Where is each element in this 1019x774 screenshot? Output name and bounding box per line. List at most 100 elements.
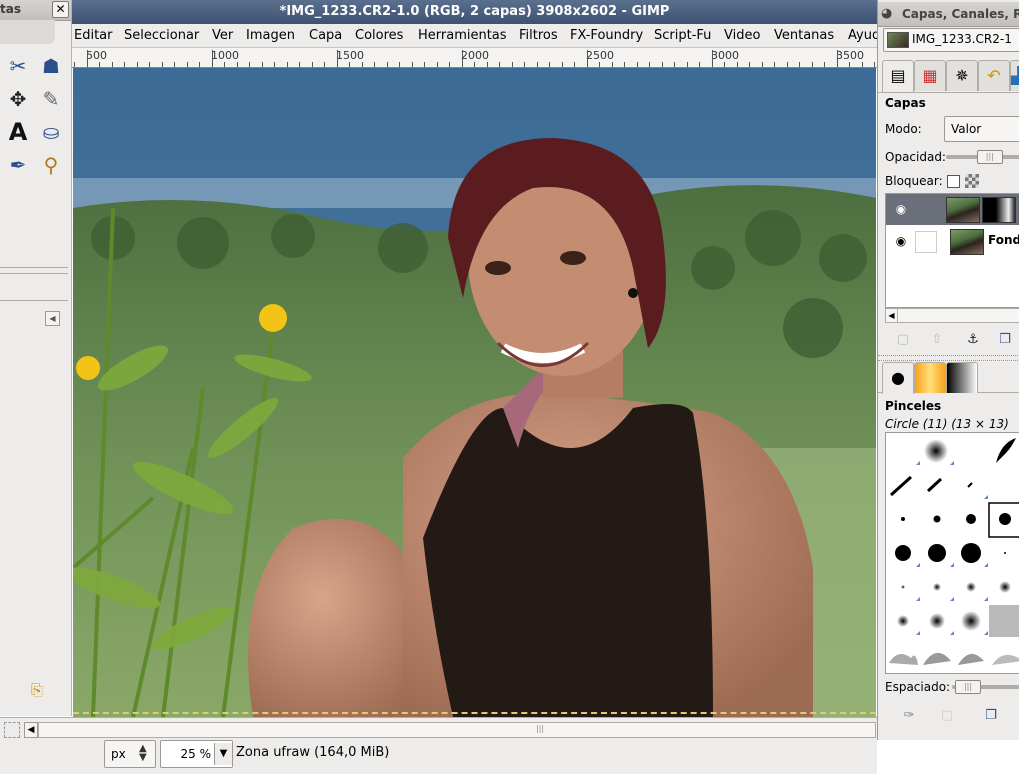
opacity-slider[interactable]: ||| xyxy=(976,150,1003,164)
menu-editar[interactable]: Editar xyxy=(74,28,113,43)
tab-brushes[interactable]: ● xyxy=(882,362,914,394)
ink-icon[interactable]: ✒ xyxy=(4,151,32,179)
image-preview-icon[interactable]: ⎘ xyxy=(27,680,47,700)
text-tool-icon[interactable]: A xyxy=(4,118,32,146)
layer-mask-thumbnail[interactable] xyxy=(982,197,1016,223)
close-icon[interactable]: ✕ xyxy=(52,1,69,18)
photo-portrait xyxy=(73,68,876,717)
menu-imagen[interactable]: Imagen xyxy=(246,28,295,43)
menu-fx-foundry[interactable]: FX-Foundry xyxy=(570,28,643,43)
toolbox-title: tas xyxy=(0,2,21,16)
dock-separator[interactable] xyxy=(878,355,1019,361)
scroll-left-icon[interactable]: ◀ xyxy=(24,722,38,738)
anchor-layer-icon[interactable]: ⚓ xyxy=(962,329,984,351)
ruler-label: 2500 xyxy=(586,49,614,62)
ruler-tick xyxy=(786,62,788,67)
menu-colores[interactable]: Colores xyxy=(355,28,403,43)
menu-capa[interactable]: Capa xyxy=(309,28,342,43)
ruler-tick xyxy=(374,62,375,67)
ruler-tick xyxy=(524,62,525,67)
menu-script-fu[interactable]: Script-Fu xyxy=(654,28,711,43)
eye-icon[interactable]: ◉ xyxy=(891,231,911,251)
menu-ventanas[interactable]: Ventanas xyxy=(774,28,834,43)
ruler-label: 3000 xyxy=(711,49,739,62)
clone-stamp-icon[interactable]: ⚲ xyxy=(37,151,65,179)
unit-select[interactable]: px ▲ ▼ xyxy=(104,740,156,768)
scissors-select-icon[interactable]: ✂ xyxy=(4,52,32,80)
tab-layers[interactable]: ▤ xyxy=(882,60,914,92)
menu-ver[interactable]: Ver xyxy=(212,28,233,43)
horizontal-scrollbar[interactable]: ◀ ||| xyxy=(0,717,877,740)
layers-scrollbar[interactable]: ◀ xyxy=(885,308,1019,323)
ruler-tick xyxy=(486,62,488,67)
tab-paths[interactable]: ✵ xyxy=(946,60,978,91)
ruler-tick xyxy=(874,62,875,67)
status-text: Zona ufraw (164,0 MiB) xyxy=(236,745,390,760)
chain-toggle[interactable] xyxy=(915,231,937,253)
menu-filtros[interactable]: Filtros xyxy=(519,28,558,43)
raise-layer-icon[interactable]: ⇧ xyxy=(926,329,948,351)
ruler-tick xyxy=(124,62,125,67)
new-brush-icon[interactable]: ▢ xyxy=(936,705,958,727)
scroll-left-icon[interactable]: ◀ xyxy=(886,309,898,322)
layer-name: Fond xyxy=(988,233,1019,247)
move-icon[interactable]: ✥ xyxy=(4,85,32,113)
menu-herramientas[interactable]: Herramientas xyxy=(418,28,507,43)
spacing-slider[interactable]: ||| xyxy=(955,680,981,694)
ruler-tick xyxy=(361,62,363,67)
ruler-tick xyxy=(674,62,675,67)
ruler-tick xyxy=(586,50,588,67)
layers-button-bar: ▢ ⇧ ⚓ ❐ xyxy=(878,327,1019,353)
quick-mask-icon[interactable] xyxy=(4,722,20,738)
tab-histogram[interactable]: ▟ xyxy=(1010,60,1019,91)
image-canvas[interactable] xyxy=(73,68,876,717)
foreground-select-icon[interactable]: ☗ xyxy=(37,52,65,80)
new-layer-icon[interactable]: ▢ xyxy=(892,329,914,351)
ruler-tick xyxy=(861,62,863,67)
image-window-titlebar[interactable]: *IMG_1233.CR2-1.0 (RGB, 2 capas) 3908x26… xyxy=(72,0,877,24)
tab-undo[interactable]: ↶ xyxy=(978,60,1010,91)
tab-channels[interactable]: ▦ xyxy=(914,60,946,91)
menu-seleccionar[interactable]: Seleccionar xyxy=(124,28,199,43)
layer-row[interactable]: ◉ xyxy=(886,194,1019,225)
mode-select[interactable]: Valor xyxy=(944,116,1019,142)
layers-heading: Capas xyxy=(885,96,926,110)
chevron-down-icon[interactable]: ▼ xyxy=(214,743,232,765)
toolbox-window: tas ✕ ✂ ☗ ✥ ✎ A ⛀ ✒ ⚲ ◀ ⎘ xyxy=(0,0,72,716)
ruler-tick xyxy=(224,62,225,67)
zoom-combo[interactable]: 25 % ▼ xyxy=(160,740,233,768)
layers-dock: ◕ Capas, Canales, R IMG_1233.CR2-1 ▤ ▦ ✵… xyxy=(877,0,1019,740)
eye-icon[interactable]: ◉ xyxy=(891,199,911,219)
tab-patterns[interactable] xyxy=(914,362,946,393)
scrollbar-track[interactable]: ||| xyxy=(38,722,876,738)
duplicate-layer-icon[interactable]: ❐ xyxy=(994,329,1016,351)
ruler-tick xyxy=(849,62,850,67)
edit-brush-icon[interactable]: ✑ xyxy=(898,705,920,727)
layer-row[interactable]: ◉ Fond xyxy=(886,226,1019,257)
scrollbar-grip[interactable]: ||| xyxy=(536,724,544,734)
bucket-fill-icon[interactable]: ⛀ xyxy=(37,118,65,146)
ruler-tick xyxy=(436,62,438,67)
ruler-tick xyxy=(449,62,450,67)
pencil-icon[interactable]: ✎ xyxy=(37,85,65,113)
menu-video[interactable]: Video xyxy=(724,28,760,43)
lock-checkbox[interactable] xyxy=(947,175,960,188)
collapse-icon[interactable]: ◀ xyxy=(45,311,60,326)
toolbox-tab[interactable] xyxy=(0,20,55,44)
ruler-tick xyxy=(511,62,513,67)
layers-icon: ▤ xyxy=(890,66,906,85)
toolbox-separator[interactable] xyxy=(0,267,68,274)
brush-swatches[interactable] xyxy=(886,433,1019,673)
image-select[interactable]: IMG_1233.CR2-1 xyxy=(883,28,1019,52)
mode-value: Valor xyxy=(951,122,982,136)
tab-gradients[interactable] xyxy=(946,362,978,393)
ruler-tick xyxy=(174,62,175,67)
duplicate-brush-icon[interactable]: ❐ xyxy=(980,705,1002,727)
lock-alpha-icon[interactable] xyxy=(965,174,979,188)
ruler-tick xyxy=(99,62,100,67)
ruler-label: 1000 xyxy=(211,49,239,62)
toolbox-titlebar[interactable]: tas ✕ xyxy=(0,0,71,21)
horizontal-ruler[interactable]: 500 1000 1500 2000 2500 3000 3500 xyxy=(72,48,877,68)
ruler-tick xyxy=(749,62,750,67)
dock-titlebar[interactable]: ◕ Capas, Canales, R xyxy=(878,2,1019,27)
